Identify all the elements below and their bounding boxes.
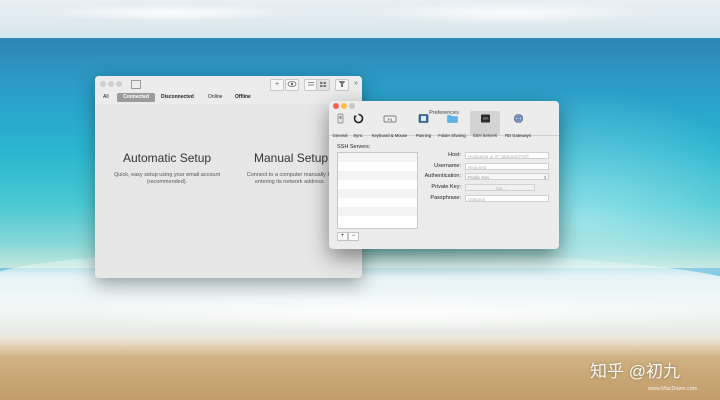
tab-connected[interactable]: Connected: [117, 93, 155, 102]
tab-sync[interactable]: Sync: [350, 111, 366, 138]
tab-online[interactable]: Online: [208, 93, 222, 102]
host-label: Host:: [448, 152, 461, 158]
set-private-key-button[interactable]: Set...: [465, 184, 535, 191]
keyboard-icon: F4: [383, 115, 396, 123]
add-button[interactable]: +: [270, 79, 284, 91]
close-button[interactable]: [333, 103, 339, 109]
authentication-select[interactable]: Public Key ⇕: [465, 173, 549, 180]
automatic-setup-title[interactable]: Automatic Setup: [123, 151, 211, 165]
manual-setup-title[interactable]: Manual Setup: [254, 151, 328, 165]
more-icon[interactable]: »: [352, 79, 360, 89]
manual-setup-description: Connect to a computer manually by enteri…: [246, 172, 334, 185]
preferences-titlebar: Preferences: [329, 101, 559, 116]
chevron-updown-icon: ⇕: [543, 175, 547, 180]
zoom-button[interactable]: [116, 81, 122, 87]
minimize-button[interactable]: [341, 103, 347, 109]
watermark-text: 知乎 @初九: [590, 362, 680, 381]
list-buttons: + −: [337, 232, 359, 241]
passphrase-input[interactable]: Optional: [465, 195, 549, 202]
filter-icon[interactable]: [335, 79, 349, 91]
automatic-setup-description: Quick, easy setup using your email accou…: [113, 172, 221, 185]
tab-folder-sharing[interactable]: Folder Sharing: [435, 111, 469, 138]
list-row[interactable]: [338, 216, 417, 225]
sync-icon: [353, 113, 363, 124]
add-server-button[interactable]: +: [337, 232, 348, 241]
tab-panning[interactable]: Panning: [413, 111, 434, 138]
private-key-label: Private Key:: [431, 184, 461, 190]
wallpaper-sky: [0, 0, 720, 42]
eye-icon[interactable]: [285, 79, 299, 91]
username-label: Username:: [434, 163, 461, 169]
authentication-label: Authentication:: [424, 173, 461, 179]
passphrase-label: Passphrase:: [430, 195, 461, 201]
zoom-button[interactable]: [349, 103, 355, 109]
ssh-icon: ssh: [480, 114, 490, 123]
folder-icon: [446, 115, 458, 123]
general-icon: [337, 113, 343, 124]
main-titlebar: + »: [95, 76, 362, 93]
tab-general[interactable]: General: [331, 111, 349, 138]
minimize-button[interactable]: [108, 81, 114, 87]
ssh-servers-label: SSH Servers:: [337, 144, 371, 150]
panning-icon: [418, 114, 429, 123]
watermark-url: www.MacDown.com: [648, 386, 698, 392]
close-button[interactable]: [100, 81, 106, 87]
tab-keyboard-mouse[interactable]: F4 Keyboard & Mouse: [367, 111, 412, 138]
preferences-toolbar: General Sync F4 Keyboard & Mouse Panning…: [329, 111, 559, 138]
svg-text:ssh: ssh: [482, 117, 488, 121]
tab-disconnected[interactable]: Disconnected: [161, 93, 194, 102]
main-window: + » All Connected Disconnected Online Of…: [95, 76, 362, 278]
tab-ssh-servers[interactable]: ssh SSH Servers: [470, 111, 500, 138]
tab-rd-gateways[interactable]: RD Gateways: [501, 111, 535, 138]
globe-icon: [513, 113, 523, 124]
remove-server-button[interactable]: −: [348, 232, 359, 241]
ssh-servers-pane: SSH Servers: + − Host: Hostname or IP ad…: [329, 136, 559, 249]
tab-all[interactable]: All: [103, 93, 109, 102]
username-input[interactable]: Required: [465, 163, 549, 170]
svg-text:F4: F4: [387, 117, 392, 122]
tab-offline[interactable]: Offline: [235, 93, 251, 102]
filter-tabs: All Connected Disconnected Online Offlin…: [95, 92, 362, 104]
authentication-value: Public Key: [468, 175, 490, 180]
host-input[interactable]: Hostname or IP address[:Port]: [465, 152, 549, 159]
main-content: Automatic Setup Quick, easy setup using …: [95, 104, 362, 278]
sidebar-toggle-icon[interactable]: [131, 80, 141, 89]
list-row[interactable]: [338, 207, 417, 216]
grid-view-icon[interactable]: [316, 79, 330, 91]
preferences-window: Preferences General Sync F4 Keyboard & M…: [329, 101, 559, 249]
